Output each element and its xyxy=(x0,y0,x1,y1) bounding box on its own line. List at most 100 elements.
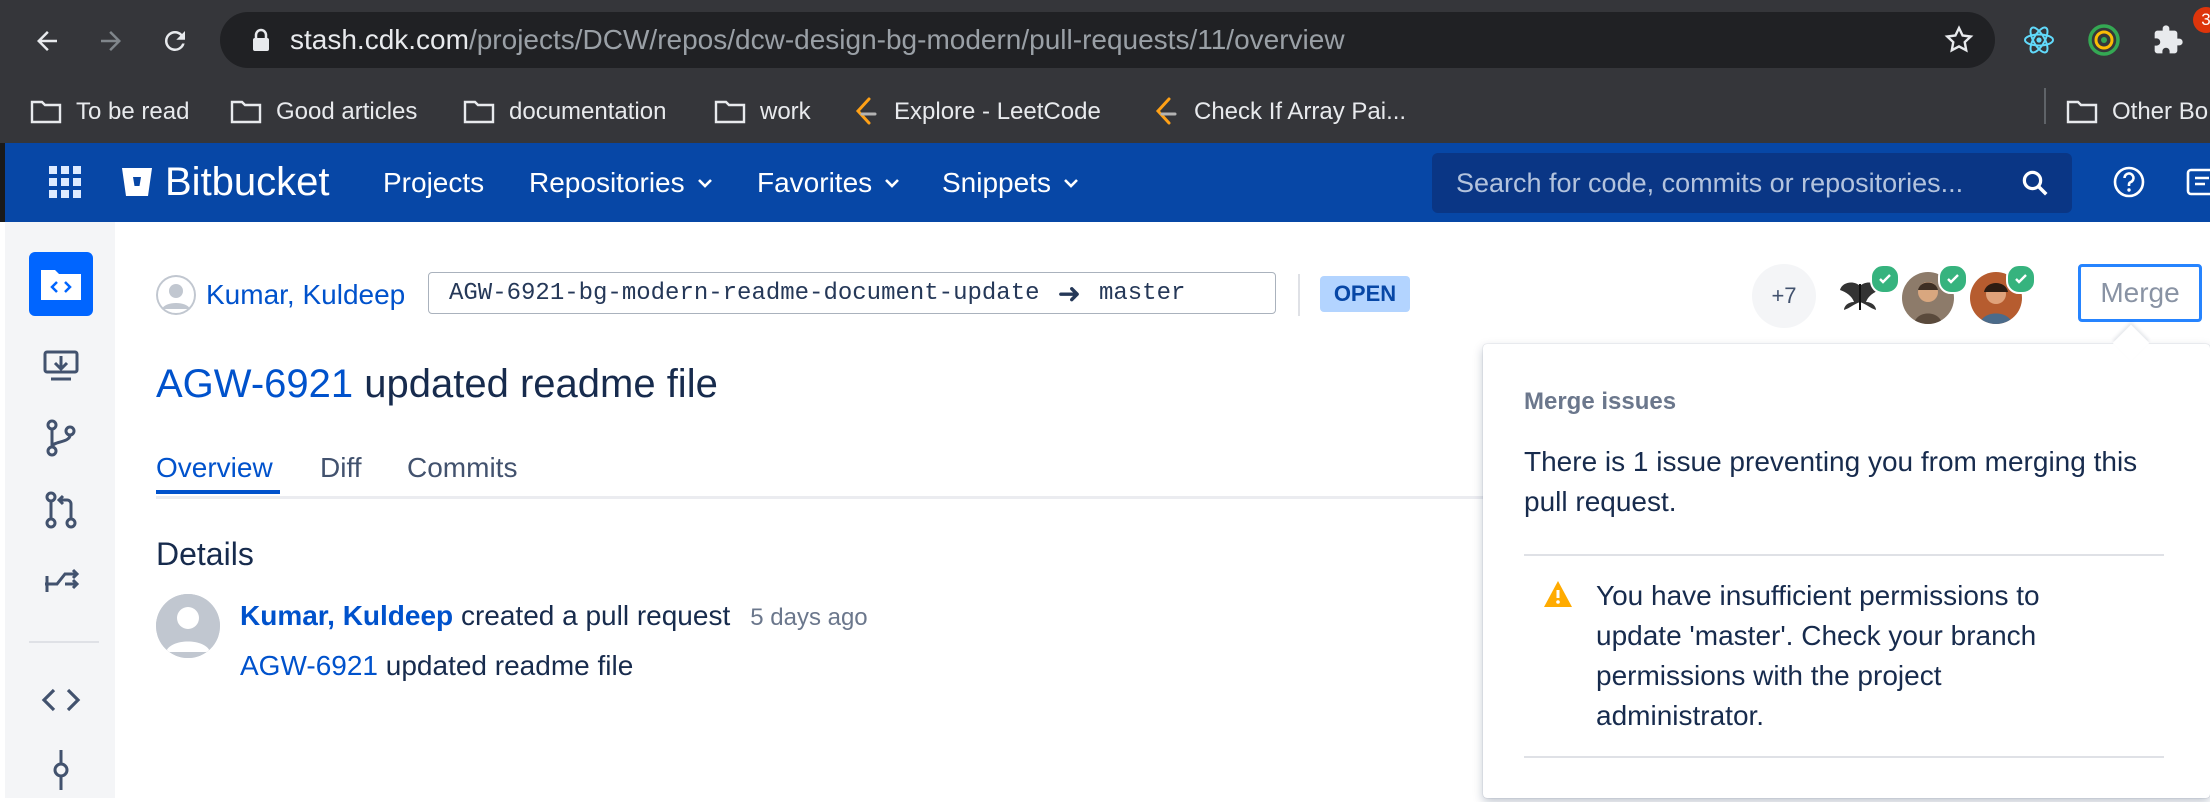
warning-icon xyxy=(1544,581,1572,607)
bookmark-star-icon[interactable] xyxy=(1943,24,1975,56)
nav-label: Repositories xyxy=(529,167,685,198)
reload-button[interactable] xyxy=(154,20,196,62)
pr-author[interactable]: Kumar, Kuldeep xyxy=(156,270,405,320)
forward-arrow-icon xyxy=(101,31,121,51)
sidebar-branches[interactable] xyxy=(29,406,93,470)
activity-author-link[interactable]: Kumar, Kuldeep xyxy=(240,600,453,631)
search-input[interactable] xyxy=(1454,166,2028,200)
sidebar-commits[interactable] xyxy=(29,738,93,802)
search-icon[interactable] xyxy=(2020,168,2050,198)
app-switcher-icon[interactable] xyxy=(47,164,83,200)
bookmark-label: work xyxy=(760,98,811,125)
bookmark-to-be-read[interactable]: To be read xyxy=(30,92,189,132)
branch-arrow-icon: ➜ xyxy=(1057,276,1081,310)
reload-icon xyxy=(164,30,185,51)
target-branch[interactable]: master xyxy=(1099,280,1185,307)
nav-label: Snippets xyxy=(942,167,1051,198)
approved-check-icon xyxy=(2006,264,2036,294)
forward-button[interactable] xyxy=(90,20,132,62)
folder-icon xyxy=(714,100,746,124)
nav-label: Projects xyxy=(383,167,485,198)
tab-diff[interactable]: Diff xyxy=(320,452,362,484)
bookmark-check-array[interactable]: Check If Array Pai... xyxy=(1152,92,1406,132)
avatar xyxy=(156,594,220,658)
jira-issue-link[interactable]: AGW-6921 xyxy=(240,650,378,681)
reviewer-avatar[interactable] xyxy=(1834,264,1900,324)
sidebar-divider xyxy=(29,641,99,643)
bitbucket-logo[interactable]: Bitbucket xyxy=(121,157,330,207)
source-code-icon xyxy=(41,688,81,712)
tab-commits[interactable]: Commits xyxy=(407,452,517,484)
back-button[interactable] xyxy=(26,20,68,62)
avatar xyxy=(156,275,196,315)
nav-label: Favorites xyxy=(757,167,873,198)
activity-action: created a pull request xyxy=(453,600,731,631)
back-arrow-icon xyxy=(37,31,57,51)
popover-heading: Merge issues xyxy=(1524,388,1677,415)
chevron-down-icon xyxy=(885,179,900,188)
url-text: stash.cdk.com/projects/DCW/repos/dcw-des… xyxy=(290,24,1345,55)
extensions-puzzle-icon[interactable] xyxy=(2148,20,2188,60)
bookmark-label: documentation xyxy=(509,98,667,125)
bookmark-label: Check If Array Pai... xyxy=(1194,98,1407,125)
sidebar-clone[interactable] xyxy=(29,334,93,398)
activity-description: AGW-6921 updated readme file xyxy=(240,650,633,682)
popover-divider xyxy=(1524,554,2164,556)
activity-timestamp[interactable]: 5 days ago xyxy=(750,604,867,631)
react-devtools-icon[interactable] xyxy=(2019,20,2059,60)
repo-code-folder-icon xyxy=(41,270,81,300)
nav-snippets[interactable]: Snippets xyxy=(942,165,1079,201)
popover-divider xyxy=(1524,756,2164,758)
popover-summary: There is 1 issue preventing you from mer… xyxy=(1524,446,2138,517)
chevron-down-icon xyxy=(697,179,712,188)
status-badge: OPEN xyxy=(1320,276,1410,312)
extension-target-icon[interactable] xyxy=(2084,20,2124,60)
nav-favorites[interactable]: Favorites xyxy=(757,165,900,201)
bookmark-explore-leetcode[interactable]: Explore - LeetCode xyxy=(852,92,1101,132)
activity-title-text: updated readme file xyxy=(378,650,634,681)
jira-issue-link[interactable]: AGW-6921 xyxy=(156,362,353,406)
bookmark-label: To be read xyxy=(76,98,190,125)
bookmark-label: Explore - LeetCode xyxy=(894,98,1101,125)
sidebar-source[interactable] xyxy=(29,668,93,732)
brand-name: Bitbucket xyxy=(165,159,330,204)
nav-projects[interactable]: Projects xyxy=(383,165,484,201)
approved-check-icon xyxy=(1870,264,1900,294)
lock-icon xyxy=(246,25,276,55)
bookmarks-divider xyxy=(2044,88,2046,124)
leetcode-icon xyxy=(1155,97,1177,125)
sidebar-forks[interactable] xyxy=(29,550,93,614)
reviewer-avatar[interactable] xyxy=(1970,264,2036,324)
bookmark-good-articles[interactable]: Good articles xyxy=(230,92,417,132)
inbox-icon[interactable] xyxy=(2185,165,2210,199)
bookmark-label: Good articles xyxy=(276,98,418,125)
app-header: Bitbucket Projects Repositories Favorite… xyxy=(0,143,2210,222)
reviewers-overflow-button[interactable]: +7 xyxy=(1752,264,1816,328)
bookmark-work[interactable]: work xyxy=(714,92,811,132)
bookmarks-bar: To be read Good articles documentation w… xyxy=(0,80,2210,144)
bitbucket-bucket-icon xyxy=(122,168,152,196)
folder-icon xyxy=(463,100,495,124)
tab-overview[interactable]: Overview xyxy=(156,452,273,484)
sidebar-pull-requests[interactable] xyxy=(29,478,93,542)
bookmark-other[interactable]: Other Bo xyxy=(2066,92,2208,132)
folder-icon xyxy=(2066,100,2098,124)
pr-tabs: Overview Diff Commits xyxy=(156,446,1486,499)
nav-repositories[interactable]: Repositories xyxy=(529,165,713,201)
page-title: AGW-6921 updated readme file xyxy=(156,362,718,407)
details-heading: Details xyxy=(156,536,254,572)
reviewer-avatar[interactable] xyxy=(1902,264,1968,324)
global-search xyxy=(1432,153,2072,213)
author-name-link[interactable]: Kumar, Kuldeep xyxy=(206,279,405,311)
folder-icon xyxy=(230,100,262,124)
address-bar[interactable]: stash.cdk.com/projects/DCW/repos/dcw-des… xyxy=(220,12,1995,68)
merge-button[interactable]: Merge xyxy=(2078,264,2202,322)
repository-avatar[interactable] xyxy=(29,252,93,316)
bookmark-documentation[interactable]: documentation xyxy=(463,92,666,132)
help-icon[interactable] xyxy=(2112,165,2146,199)
source-branch[interactable]: AGW-6921-bg-modern-readme-document-updat… xyxy=(449,280,1040,307)
folder-icon xyxy=(30,100,62,124)
active-tab-indicator xyxy=(156,490,280,494)
merge-issues-popover: Merge issues There is 1 issue preventing… xyxy=(1483,344,2210,798)
pull-request-icon xyxy=(45,491,77,529)
